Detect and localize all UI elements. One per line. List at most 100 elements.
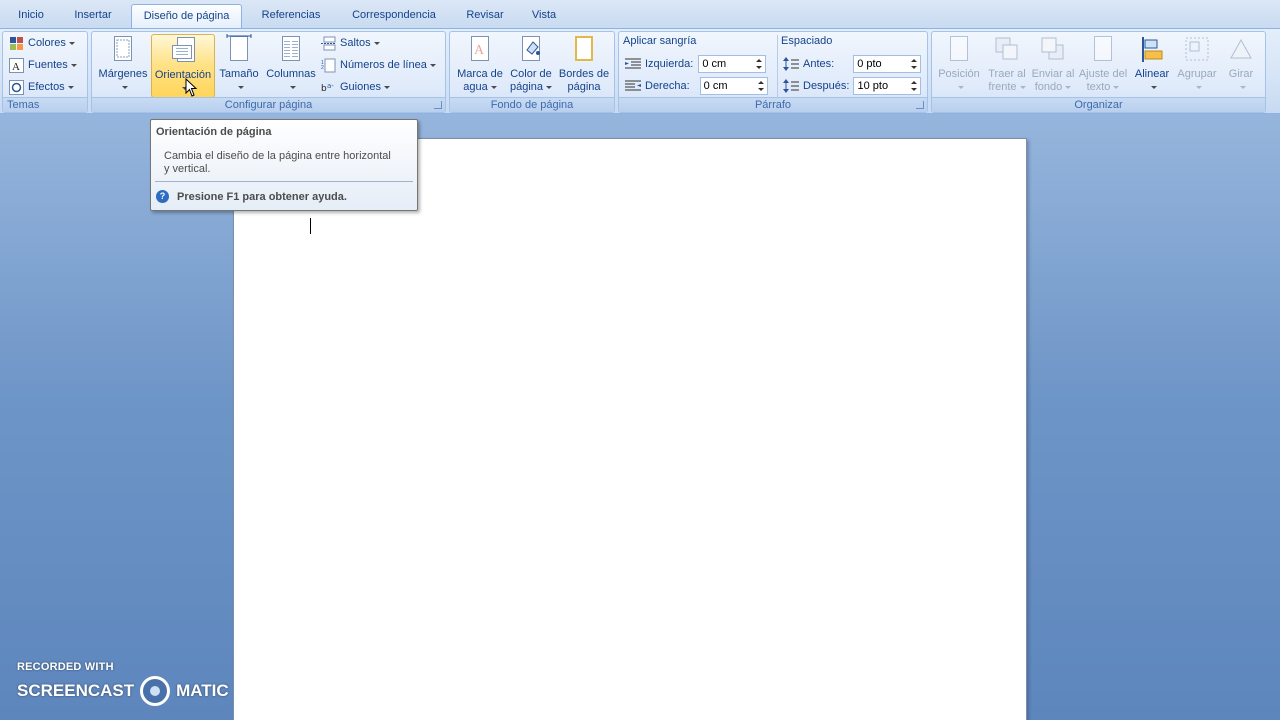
chevron-down-icon — [429, 63, 436, 67]
chevron-down-icon — [1113, 85, 1120, 89]
margenes-button[interactable]: Márgenes — [95, 34, 151, 98]
color-label-2: página — [509, 81, 544, 93]
screencast-o-matic-icon — [140, 676, 171, 706]
izquierda-spinner[interactable]: 0 cm — [698, 55, 767, 73]
watermark-matic: MATIC — [176, 681, 229, 700]
group-fondo-de-pagina: A Marca de agua Color de página Bordes d… — [449, 31, 615, 113]
alinear-button[interactable]: Alinear — [1131, 34, 1173, 98]
chevron-down-icon — [957, 85, 964, 89]
numeros-de-linea-button[interactable]: 12 Números de línea — [321, 55, 436, 75]
chevron-down-icon — [490, 85, 497, 89]
position-icon — [945, 34, 973, 66]
traer-al-frente-button[interactable]: Traer al frente — [984, 34, 1030, 98]
dialog-launcher-icon[interactable] — [434, 101, 442, 109]
antes-spinner[interactable]: 0 pto — [853, 55, 922, 73]
tooltip-divider — [155, 181, 413, 182]
ajuste-del-texto-button[interactable]: Ajuste del texto — [1076, 34, 1130, 98]
rotate-icon — [1227, 34, 1255, 66]
orientacion-label: Orientación — [154, 69, 212, 81]
marca-label-1: Marca de — [457, 68, 503, 80]
color-label-1: Color de — [510, 68, 552, 80]
enviar-label-1: Enviar al — [1031, 68, 1075, 80]
sangria-title: Aplicar sangría — [623, 35, 697, 47]
chevron-down-icon — [70, 63, 77, 67]
fuentes-button[interactable]: A Fuentes — [9, 55, 77, 75]
derecha-value: 0 cm — [703, 80, 728, 92]
tooltip-body: Cambia el diseño de la página entre hori… — [164, 150, 391, 175]
enviar-al-fondo-button[interactable]: Enviar al fondo — [1030, 34, 1076, 98]
align-icon — [1138, 34, 1166, 66]
tab-insertar[interactable]: Insertar — [66, 4, 120, 28]
antes-label: Antes: — [803, 58, 835, 70]
colores-button[interactable]: Colores — [9, 33, 75, 53]
tab-revisar[interactable]: Revisar — [460, 4, 510, 28]
watermark-logo: SCREENCAST MATIC — [17, 676, 229, 706]
derecha-spinner[interactable]: 0 cm — [699, 77, 768, 95]
document-page[interactable] — [233, 138, 1027, 720]
tab-vista[interactable]: Vista — [524, 4, 564, 28]
posicion-button[interactable]: Posición — [934, 34, 984, 98]
theme-colors-icon — [9, 36, 24, 51]
group-label-fondo-de-pagina: Fondo de página — [450, 97, 614, 112]
tab-correspondencia[interactable]: Correspondencia — [344, 4, 444, 28]
numeros-de-linea-label: Números de línea — [340, 59, 427, 71]
spinner-arrows-icon[interactable] — [755, 57, 763, 71]
colores-label: Colores — [28, 37, 66, 49]
despues-spinner[interactable]: 10 pto — [853, 77, 922, 95]
indent-left-icon — [625, 58, 641, 70]
columnas-button[interactable]: Columnas — [263, 34, 319, 98]
hyphenation-icon: b a- — [321, 80, 336, 95]
columns-icon — [277, 34, 305, 66]
color-de-pagina-button[interactable]: Color de página — [507, 34, 555, 98]
divider — [777, 35, 778, 97]
izquierda-label: Izquierda: — [645, 58, 694, 70]
svg-text:2: 2 — [321, 65, 324, 71]
breaks-icon — [321, 36, 336, 51]
chevron-down-icon — [546, 85, 553, 89]
tooltip: Orientación de página Cambia el diseño d… — [150, 119, 418, 211]
chevron-down-icon — [1065, 85, 1072, 89]
watermark-screencast: SCREENCAST — [17, 681, 135, 700]
ribbon: Colores A Fuentes Efectos Temas Márgenes — [0, 28, 1280, 114]
chevron-down-icon — [289, 85, 296, 89]
agrupar-button[interactable]: Agrupar — [1173, 34, 1221, 98]
chevron-down-icon — [67, 85, 74, 89]
mouse-pointer-icon — [185, 78, 198, 97]
guiones-label: Guiones — [340, 81, 381, 93]
spinner-arrows-icon[interactable] — [757, 79, 765, 93]
izquierda-value: 0 cm — [702, 58, 727, 70]
chevron-down-icon — [1195, 85, 1202, 89]
dialog-launcher-icon[interactable] — [916, 101, 924, 109]
despues-row: Después: 10 pto — [783, 76, 922, 96]
efectos-button[interactable]: Efectos — [9, 77, 74, 97]
help-icon: ? — [156, 190, 169, 203]
spinner-arrows-icon[interactable] — [910, 79, 918, 93]
chevron-down-icon — [1019, 85, 1026, 89]
orientacion-button[interactable]: Orientación — [151, 34, 215, 98]
spinner-arrows-icon[interactable] — [910, 57, 918, 71]
tab-inicio[interactable]: Inicio — [10, 4, 52, 28]
chevron-down-icon — [237, 85, 244, 89]
page-size-icon — [225, 34, 253, 66]
tamano-button[interactable]: Tamaño — [216, 34, 262, 98]
svg-text:A: A — [12, 61, 20, 73]
girar-label: Girar — [1228, 68, 1254, 80]
agrupar-label: Agrupar — [1177, 68, 1217, 80]
saltos-label: Saltos — [340, 37, 371, 49]
chevron-down-icon — [373, 41, 380, 45]
tab-referencias[interactable]: Referencias — [254, 4, 328, 28]
tab-diseno-de-pagina[interactable]: Diseño de página — [131, 4, 242, 28]
bordes-de-pagina-button[interactable]: Bordes de página — [556, 34, 612, 98]
saltos-button[interactable]: Saltos — [321, 33, 380, 53]
text-cursor — [310, 218, 311, 234]
chevron-down-icon — [121, 85, 128, 89]
alinear-label: Alinear — [1134, 68, 1170, 80]
page-color-icon — [517, 34, 545, 66]
watermark-recorded-with: RECORDED WITH — [17, 661, 114, 673]
spacing-before-icon — [783, 57, 799, 71]
guiones-button[interactable]: b a- Guiones — [321, 77, 390, 97]
marca-de-agua-button[interactable]: A Marca de agua — [454, 34, 506, 98]
group-label-temas: Temas — [3, 97, 87, 112]
espaciado-title: Espaciado — [781, 35, 833, 47]
girar-button[interactable]: Girar — [1221, 34, 1261, 98]
